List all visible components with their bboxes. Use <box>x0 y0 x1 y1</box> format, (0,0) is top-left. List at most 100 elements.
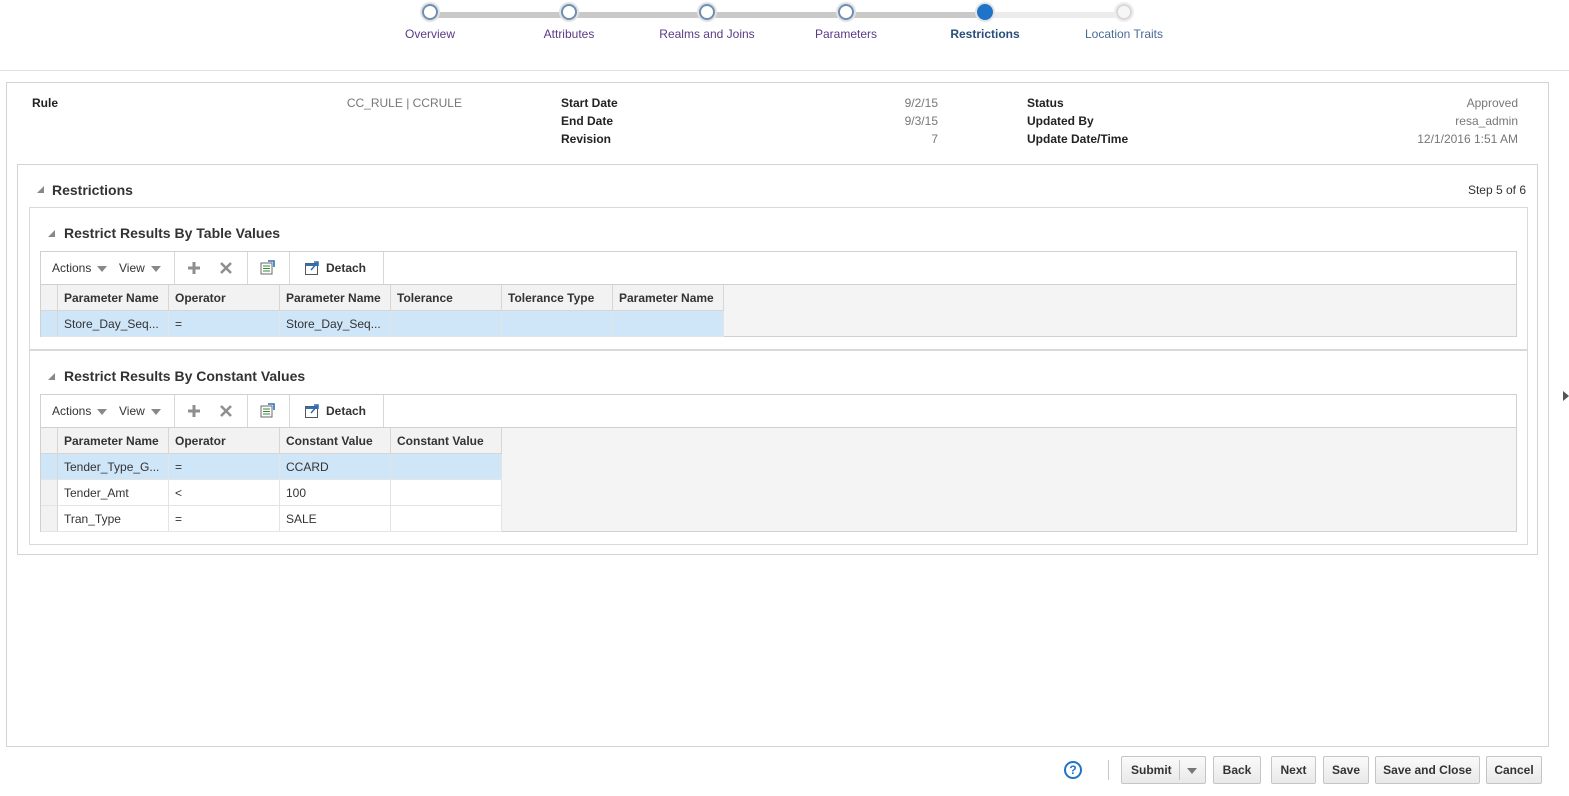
detach-button[interactable]: Detach <box>326 261 366 275</box>
train-step-label: Realms and Joins <box>659 27 755 41</box>
table-cell[interactable] <box>390 310 502 337</box>
end-date-value: 9/3/15 <box>904 114 938 128</box>
detach-icon[interactable] <box>304 260 320 276</box>
expand-panel-icon[interactable] <box>1563 391 1569 401</box>
table-cell[interactable]: = <box>168 505 280 532</box>
table-row[interactable]: Store_Day_Seq... = Store_Day_Seq... <box>41 310 724 337</box>
column-header[interactable]: Tolerance Type <box>501 285 613 311</box>
row-header-cell[interactable] <box>41 453 58 480</box>
save-and-close-button[interactable]: Save and Close <box>1375 756 1480 784</box>
table-cell[interactable]: CCARD <box>279 453 391 480</box>
train-step-marker <box>838 4 854 20</box>
row-header-cell[interactable] <box>41 479 58 506</box>
table-cell[interactable]: 100 <box>279 479 391 506</box>
toolbar-separator <box>383 252 384 284</box>
table-cell[interactable]: Store_Day_Seq... <box>279 310 391 337</box>
column-header[interactable]: Parameter Name <box>57 285 169 311</box>
table-values-table: Parameter Name Operator Parameter Name T… <box>41 285 724 337</box>
train-step-realms-and-joins[interactable]: Realms and Joins <box>637 4 777 41</box>
add-icon[interactable] <box>186 403 202 419</box>
table-cell[interactable]: < <box>168 479 280 506</box>
table-cell[interactable]: = <box>168 453 280 480</box>
column-header[interactable]: Parameter Name <box>57 428 169 454</box>
chevron-down-icon[interactable] <box>1187 768 1197 774</box>
column-header[interactable]: Tolerance <box>390 285 502 311</box>
restrictions-title: Restrictions <box>52 182 133 198</box>
table-header-row: Parameter Name Operator Constant Value C… <box>41 428 502 454</box>
table-cell[interactable]: Store_Day_Seq... <box>57 310 169 337</box>
cancel-button[interactable]: Cancel <box>1486 756 1542 784</box>
delete-icon[interactable] <box>218 403 234 419</box>
table-cell[interactable] <box>612 310 724 337</box>
update-datetime-value: 12/1/2016 1:51 AM <box>1417 132 1518 146</box>
collapse-toggle-icon[interactable] <box>37 186 44 193</box>
actions-menu[interactable]: Actions <box>52 261 108 275</box>
train-step-label: Restrictions <box>950 27 1020 41</box>
train-step-restrictions[interactable]: Restrictions <box>915 4 1055 41</box>
train-step-label: Attributes <box>543 27 595 41</box>
table-cell[interactable] <box>390 505 502 532</box>
row-header-cell <box>41 285 58 311</box>
table-cell[interactable]: Tender_Type_G... <box>57 453 169 480</box>
train-step-label: Overview <box>404 27 455 41</box>
column-header[interactable]: Constant Value <box>390 428 502 454</box>
table-row[interactable]: Tran_Type = SALE <box>41 505 502 532</box>
train-step-parameters[interactable]: Parameters <box>776 4 916 41</box>
row-header-cell[interactable] <box>41 505 58 532</box>
collapse-toggle-icon[interactable] <box>48 230 55 237</box>
constant-values-toolbar: Actions View Detach <box>40 394 1517 428</box>
revision-label: Revision <box>561 132 612 146</box>
train-step-marker <box>699 4 715 20</box>
toolbar-separator <box>247 252 248 284</box>
table-cell[interactable]: Tender_Amt <box>57 479 169 506</box>
table-values-toolbar: Actions View Detach <box>40 251 1517 285</box>
rule-value: CC_RULE | CCRULE <box>346 96 462 110</box>
process-train: Overview Attributes Realms and Joins Par… <box>0 0 1569 70</box>
train-step-location-traits[interactable]: Location Traits <box>1054 4 1194 41</box>
view-menu-label: View <box>119 404 145 418</box>
train-divider <box>0 70 1569 71</box>
toolbar-separator <box>289 395 290 427</box>
view-menu-label: View <box>119 261 145 275</box>
next-button[interactable]: Next <box>1271 756 1316 784</box>
back-button[interactable]: Back <box>1213 756 1261 784</box>
start-date-value: 9/2/15 <box>904 96 938 110</box>
train-step-overview[interactable]: Overview <box>360 4 500 41</box>
table-values-section: Restrict Results By Table Values Actions… <box>29 207 1528 350</box>
export-icon[interactable] <box>259 260 275 276</box>
submit-button[interactable]: Submit <box>1121 756 1206 784</box>
column-header[interactable]: Parameter Name <box>612 285 724 311</box>
row-header-cell <box>41 428 58 454</box>
detach-icon[interactable] <box>304 403 320 419</box>
constant-values-title: Restrict Results By Constant Values <box>64 368 306 384</box>
train-step-label: Parameters <box>814 27 878 41</box>
column-header[interactable]: Operator <box>168 428 280 454</box>
column-header[interactable]: Constant Value <box>279 428 391 454</box>
export-icon[interactable] <box>259 403 275 419</box>
table-cell[interactable]: = <box>168 310 280 337</box>
add-icon[interactable] <box>186 260 202 276</box>
row-header-cell[interactable] <box>41 310 58 337</box>
help-icon[interactable]: ? <box>1064 761 1082 779</box>
table-cell[interactable] <box>501 310 613 337</box>
table-row[interactable]: Tender_Amt < 100 <box>41 479 502 506</box>
train-step-attributes[interactable]: Attributes <box>499 4 639 41</box>
detach-button[interactable]: Detach <box>326 404 366 418</box>
column-header[interactable]: Operator <box>168 285 280 311</box>
actions-menu[interactable]: Actions <box>52 404 108 418</box>
constant-values-grid: Parameter Name Operator Constant Value C… <box>40 428 1517 532</box>
table-values-title: Restrict Results By Table Values <box>64 225 281 241</box>
restrictions-panel: Restrictions Step 5 of 6 Restrict Result… <box>17 164 1538 555</box>
table-cell[interactable] <box>390 479 502 506</box>
actions-menu-label: Actions <box>52 261 92 275</box>
view-menu[interactable]: View <box>119 261 161 275</box>
table-cell[interactable] <box>390 453 502 480</box>
table-cell[interactable]: SALE <box>279 505 391 532</box>
table-row[interactable]: Tender_Type_G... = CCARD <box>41 453 502 480</box>
view-menu[interactable]: View <box>119 404 161 418</box>
delete-icon[interactable] <box>218 260 234 276</box>
column-header[interactable]: Parameter Name <box>279 285 391 311</box>
collapse-toggle-icon[interactable] <box>48 373 55 380</box>
save-button[interactable]: Save <box>1323 756 1369 784</box>
table-cell[interactable]: Tran_Type <box>57 505 169 532</box>
